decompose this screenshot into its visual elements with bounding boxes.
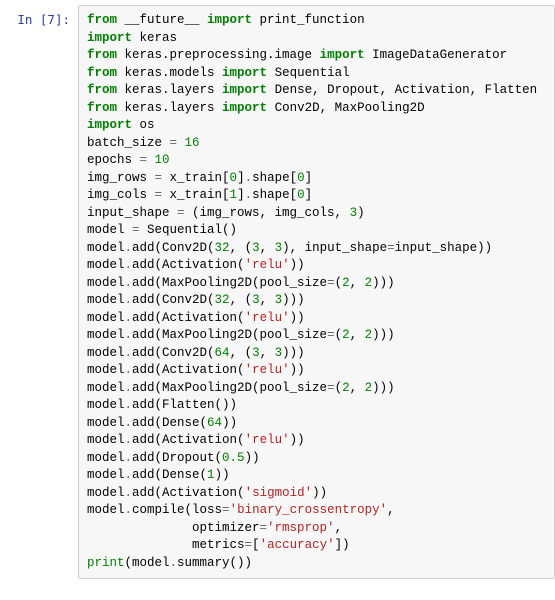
code-line: model.add(MaxPooling2D(pool_size=(2, 2))… xyxy=(87,380,546,398)
code-line: model.add(Activation('relu')) xyxy=(87,362,546,380)
code-line: model.add(Activation('relu')) xyxy=(87,257,546,275)
code-line: model.add(Conv2D(64, (3, 3))) xyxy=(87,345,546,363)
code-line: import os xyxy=(87,117,546,135)
code-line: img_rows = x_train[0].shape[0] xyxy=(87,170,546,188)
code-line: model = Sequential() xyxy=(87,222,546,240)
code-line: batch_size = 16 xyxy=(87,135,546,153)
code-line: from keras.layers import Dense, Dropout,… xyxy=(87,82,546,100)
code-line: from keras.preprocessing.image import Im… xyxy=(87,47,546,65)
code-line: epochs = 10 xyxy=(87,152,546,170)
code-line: model.add(MaxPooling2D(pool_size=(2, 2))… xyxy=(87,327,546,345)
code-line: model.add(Flatten()) xyxy=(87,397,546,415)
code-line: model.add(Dense(1)) xyxy=(87,467,546,485)
code-line: optimizer='rmsprop', xyxy=(87,520,546,538)
jupyter-code-cell: In [7]: from __future__ import print_fun… xyxy=(0,0,555,584)
code-line: metrics=['accuracy']) xyxy=(87,537,546,555)
code-line: model.add(Conv2D(32, (3, 3), input_shape… xyxy=(87,240,546,258)
code-line: model.add(Activation('relu')) xyxy=(87,432,546,450)
code-line: model.add(Activation('sigmoid')) xyxy=(87,485,546,503)
code-editor[interactable]: from __future__ import print_functionimp… xyxy=(78,5,555,579)
code-line: model.add(Conv2D(32, (3, 3))) xyxy=(87,292,546,310)
code-line: model.add(Dense(64)) xyxy=(87,415,546,433)
code-line: import keras xyxy=(87,30,546,48)
code-line: model.compile(loss='binary_crossentropy'… xyxy=(87,502,546,520)
code-line: from keras.layers import Conv2D, MaxPool… xyxy=(87,100,546,118)
cell-prompt: In [7]: xyxy=(0,5,78,579)
code-line: model.add(Activation('relu')) xyxy=(87,310,546,328)
code-line: from __future__ import print_function xyxy=(87,12,546,30)
code-line: print(model.summary()) xyxy=(87,555,546,573)
code-line: model.add(MaxPooling2D(pool_size=(2, 2))… xyxy=(87,275,546,293)
code-line: input_shape = (img_rows, img_cols, 3) xyxy=(87,205,546,223)
code-line: model.add(Dropout(0.5)) xyxy=(87,450,546,468)
code-line: img_cols = x_train[1].shape[0] xyxy=(87,187,546,205)
code-line: from keras.models import Sequential xyxy=(87,65,546,83)
